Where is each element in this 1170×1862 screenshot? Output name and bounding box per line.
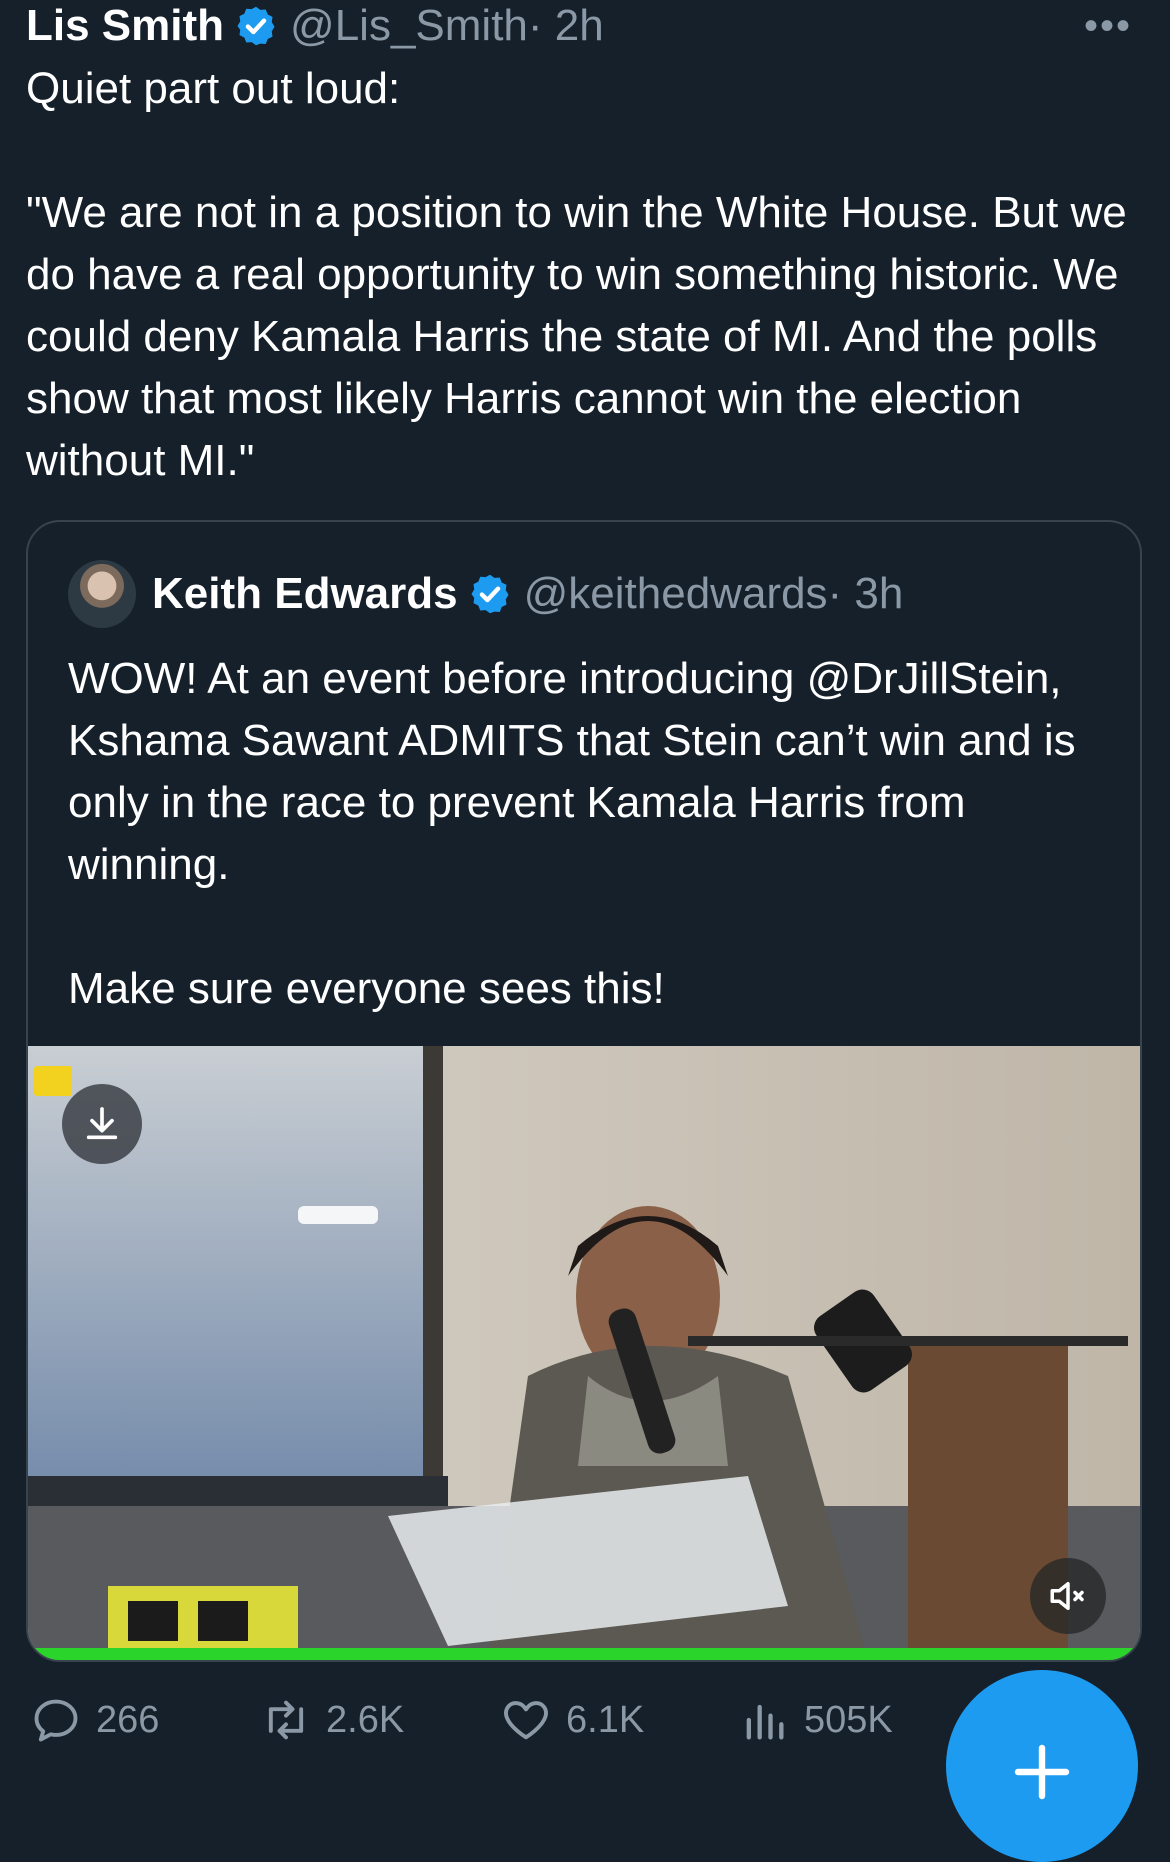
compose-button[interactable] xyxy=(946,1670,1138,1862)
mute-icon xyxy=(1050,1582,1084,1610)
download-button[interactable] xyxy=(62,1084,142,1164)
video-progress-bar[interactable] xyxy=(28,1648,1140,1660)
mute-button[interactable] xyxy=(1030,1558,1106,1634)
quoted-tweet-text-line2: Make sure everyone sees this! xyxy=(68,964,665,1013)
tweet-time[interactable]: · 2h xyxy=(528,1,604,51)
heart-icon xyxy=(504,1701,548,1740)
like-count: 6.1K xyxy=(566,1698,645,1741)
plus-icon xyxy=(1014,1744,1070,1800)
quoted-tweet-header: Keith Edwards @keithedwards · 3h xyxy=(68,560,903,628)
reply-button[interactable]: 266 xyxy=(30,1690,159,1750)
repost-count: 2.6K xyxy=(326,1698,405,1741)
quoted-tweet[interactable]: Keith Edwards @keithedwards · 3h WOW! At… xyxy=(26,520,1142,1662)
views-button[interactable]: 505K xyxy=(738,1690,893,1750)
verified-badge-icon xyxy=(237,6,275,46)
repost-icon xyxy=(268,1700,304,1740)
more-icon[interactable]: ••• xyxy=(1084,6,1132,46)
view-count: 505K xyxy=(804,1698,893,1741)
video-player[interactable] xyxy=(28,1046,1140,1660)
tweet-text-quote: "We are not in a position to win the Whi… xyxy=(26,188,1127,485)
reply-icon xyxy=(34,1699,78,1742)
like-button[interactable]: 6.1K xyxy=(500,1690,644,1750)
views-icon xyxy=(746,1704,784,1740)
tweet[interactable]: Lis Smith @Lis_Smith · 2h ••• Quiet part… xyxy=(0,0,1170,1862)
download-icon xyxy=(86,1107,118,1140)
reply-count: 266 xyxy=(96,1698,160,1741)
repost-button[interactable]: 2.6K xyxy=(260,1690,404,1750)
tweet-header: Lis Smith @Lis_Smith · 2h xyxy=(26,0,604,52)
author-handle[interactable]: @Lis_Smith xyxy=(290,1,528,51)
tweet-text-line1: Quiet part out loud: xyxy=(26,64,401,113)
quoted-author-handle[interactable]: @keithedwards xyxy=(524,569,828,619)
avatar[interactable] xyxy=(68,560,136,628)
verified-badge-icon xyxy=(471,574,509,614)
quoted-tweet-text: WOW! At an event before introducing @DrJ… xyxy=(68,654,1076,889)
author-name[interactable]: Lis Smith xyxy=(26,1,224,51)
quoted-tweet-time[interactable]: · 3h xyxy=(828,569,904,619)
quoted-author-name[interactable]: Keith Edwards xyxy=(152,569,458,619)
video-frame xyxy=(28,1046,1140,1660)
